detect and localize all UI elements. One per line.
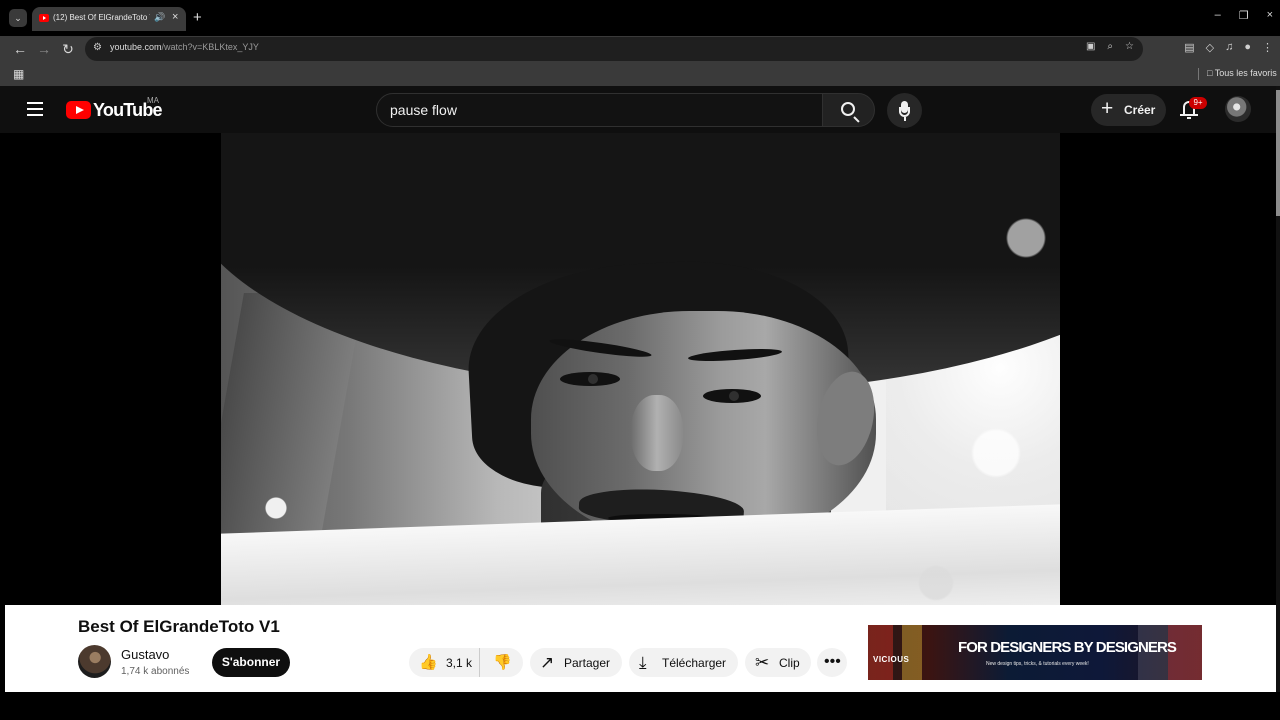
thumb-up-icon: 👍 <box>419 654 438 671</box>
like-button[interactable]: 👍 3,1 k <box>409 648 480 677</box>
ad-subtext: New design tips, tricks, & tutorials eve… <box>986 661 1089 667</box>
search-button[interactable] <box>822 93 875 127</box>
youtube-favicon-icon <box>39 14 49 22</box>
apps-grid-icon[interactable]: ▦ <box>13 67 24 81</box>
hamburger-icon[interactable] <box>27 102 43 116</box>
url-text: youtube.com/watch?v=KBLKtex_YJY <box>110 42 259 52</box>
video-area <box>0 133 1276 605</box>
copy-icon[interactable]: ▤ <box>1184 41 1194 54</box>
account-avatar[interactable] <box>1225 96 1251 122</box>
clip-label: Clip <box>779 656 800 670</box>
bell-clapper <box>1187 117 1191 119</box>
video-bokeh <box>221 133 1060 605</box>
create-button[interactable]: + Créer <box>1091 94 1166 126</box>
download-button[interactable]: ⤓ Télécharger <box>629 648 738 677</box>
youtube-play-icon <box>66 101 91 119</box>
forward-button[interactable]: → <box>34 39 54 59</box>
tab-title: (12) Best Of ElGrandeToto V1 <box>53 13 150 22</box>
url-domain: youtube.com <box>110 42 162 52</box>
clip-button[interactable]: ✂ Clip <box>745 648 811 677</box>
extension-toolbar: ▤ ◇ ♫ ● ⋮ <box>1184 41 1273 54</box>
subscribe-button[interactable]: S'abonner <box>212 648 290 677</box>
media-controls-icon[interactable]: ♫ <box>1225 41 1233 54</box>
mic-stem-icon <box>904 117 906 121</box>
reload-button[interactable]: ↻ <box>58 39 78 59</box>
scissors-icon: ✂ <box>755 653 770 672</box>
notification-badge: 9+ <box>1189 97 1207 109</box>
ad-banner[interactable]: VICIOUS FOR DESIGNERS BY DESIGNERS New d… <box>868 625 1202 680</box>
window-controls: – ❐ × <box>1215 9 1273 22</box>
restore-icon[interactable]: ❐ <box>1239 9 1249 22</box>
voice-search-button[interactable] <box>887 93 922 128</box>
download-icon: ⤓ <box>639 653 647 672</box>
more-actions-button[interactable]: ••• <box>817 648 847 677</box>
like-count: 3,1 k <box>446 656 473 670</box>
dislike-button[interactable]: 👎 <box>481 648 523 677</box>
speaker-icon[interactable]: 🔊 <box>154 12 165 23</box>
share-button[interactable]: ↗ Partager <box>530 648 622 677</box>
browser-toolbar: ← → ↻ ⚙ youtube.com/watch?v=KBLKtex_YJY … <box>0 36 1280 62</box>
profile-icon[interactable]: ● <box>1244 41 1251 54</box>
thumb-down-icon: 👎 <box>493 654 512 671</box>
bell-base <box>1180 114 1198 116</box>
tab-search-button[interactable]: ⌄ <box>9 9 27 27</box>
country-code: MA <box>147 96 159 105</box>
tab-close-icon[interactable]: × <box>172 11 178 23</box>
all-bookmarks-label: Tous les favoris <box>1214 68 1277 78</box>
all-bookmarks-button[interactable]: □ Tous les favoris <box>1207 68 1277 78</box>
search-icon <box>841 102 855 116</box>
new-tab-button[interactable]: + <box>193 9 202 27</box>
ad-headline: FOR DESIGNERS BY DESIGNERS <box>958 639 1177 656</box>
bookmarks-bar: ▦ □ Tous les favoris <box>0 62 1280 86</box>
extensions-icon[interactable]: ◇ <box>1206 41 1214 54</box>
ad-left-word: VICIOUS <box>873 655 910 664</box>
zoom-icon[interactable]: ⌕ <box>1107 41 1113 52</box>
address-bar[interactable]: ⚙ youtube.com/watch?v=KBLKtex_YJY ▣ ⌕ ☆ <box>85 37 1143 61</box>
subscriber-count: 1,74 k abonnés <box>121 666 190 677</box>
channel-name[interactable]: Gustavo <box>121 647 169 662</box>
like-dislike-group: 👍 3,1 k 👎 <box>409 648 523 677</box>
folder-icon: □ <box>1207 68 1215 78</box>
close-window-icon[interactable]: × <box>1267 9 1273 22</box>
mic-stand-icon <box>899 107 910 117</box>
back-button[interactable]: ← <box>10 39 30 59</box>
search-input[interactable] <box>376 93 823 127</box>
search-box <box>376 93 875 127</box>
scrollbar-thumb[interactable] <box>1276 90 1280 216</box>
browser-window: ⌄ (12) Best Of ElGrandeToto V1 🔊 × + – ❐… <box>0 0 1280 720</box>
minimize-icon[interactable]: – <box>1215 9 1221 22</box>
create-button-label: Créer <box>1124 103 1156 117</box>
video-info-panel: Best Of ElGrandeToto V1 Gustavo 1,74 k a… <box>5 605 1276 692</box>
address-bar-actions: ▣ ⌕ ☆ <box>1086 41 1134 52</box>
active-tab[interactable]: (12) Best Of ElGrandeToto V1 🔊 × <box>32 7 186 31</box>
video-title: Best Of ElGrandeToto V1 <box>78 617 280 636</box>
site-settings-icon[interactable]: ⚙ <box>93 42 102 53</box>
more-horizontal-icon: ••• <box>824 653 841 670</box>
cast-icon[interactable]: ▣ <box>1086 41 1095 52</box>
bookmarks-separator <box>1198 68 1199 80</box>
browser-menu-icon[interactable]: ⋮ <box>1262 41 1273 54</box>
share-label: Partager <box>564 656 611 670</box>
channel-avatar[interactable] <box>78 645 111 678</box>
url-path: /watch?v=KBLKtex_YJY <box>161 42 259 52</box>
page-scrollbar[interactable] <box>1276 86 1280 692</box>
video-player[interactable] <box>221 133 1060 605</box>
download-label: Télécharger <box>662 656 727 670</box>
tab-strip: ⌄ (12) Best Of ElGrandeToto V1 🔊 × + – ❐… <box>0 0 1280 36</box>
share-icon: ↗ <box>540 653 555 672</box>
plus-icon: + <box>1101 97 1114 120</box>
star-icon[interactable]: ☆ <box>1125 41 1134 52</box>
youtube-header: YouTube MA + Créer <box>0 86 1280 133</box>
